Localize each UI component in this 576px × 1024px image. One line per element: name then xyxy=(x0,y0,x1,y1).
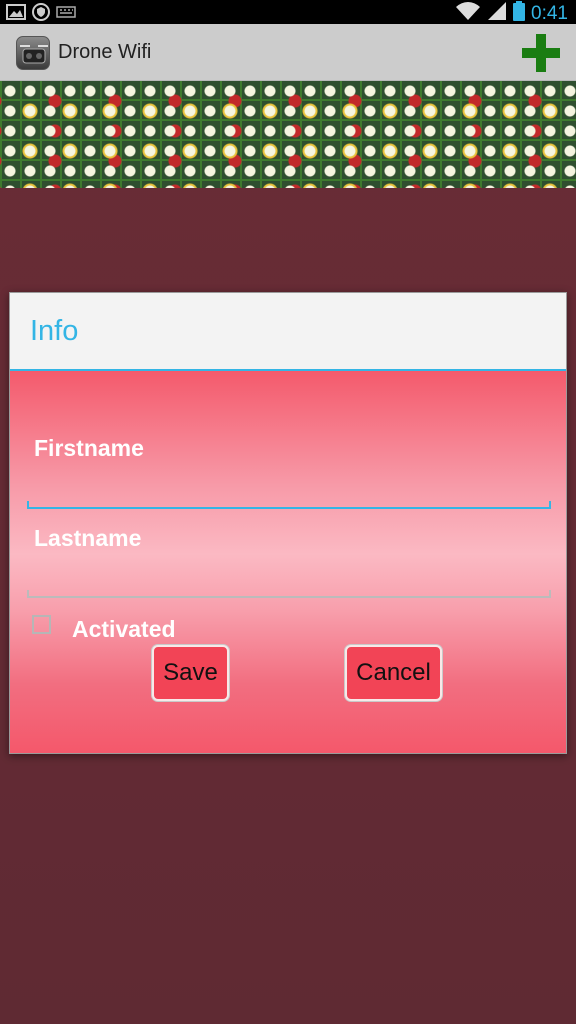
status-bar: 0:41 xyxy=(0,0,576,24)
firstname-label: Firstname xyxy=(34,435,144,461)
plus-icon[interactable] xyxy=(518,30,564,76)
info-dialog: Info Firstname Lastname Activated Save C… xyxy=(9,292,567,754)
activated-label: Activated xyxy=(72,616,176,642)
keyboard-icon xyxy=(56,5,76,24)
shield-icon xyxy=(32,3,50,26)
cancel-button[interactable]: Cancel xyxy=(345,645,442,701)
battery-icon xyxy=(513,1,526,26)
firstname-underline xyxy=(27,501,551,509)
wifi-icon xyxy=(455,1,481,26)
action-bar: Drone Wifi xyxy=(0,24,576,81)
signal-icon xyxy=(487,1,507,26)
status-time: 0:41 xyxy=(531,2,568,24)
status-right-icons: 0:41 xyxy=(455,1,568,26)
lastname-label: Lastname xyxy=(34,525,142,551)
picture-icon xyxy=(6,4,26,25)
lastname-underline xyxy=(27,590,551,598)
activated-checkbox[interactable] xyxy=(32,615,51,634)
drone-app-icon[interactable] xyxy=(16,36,50,70)
save-button[interactable]: Save xyxy=(152,645,229,701)
status-left-icons xyxy=(6,3,76,26)
game-banner-image xyxy=(0,81,576,188)
dialog-title: Info xyxy=(30,315,79,347)
app-title: Drone Wifi xyxy=(58,41,152,63)
dialog-body: Firstname Lastname Activated Save Cancel xyxy=(10,371,566,753)
dialog-header: Info xyxy=(10,293,566,371)
